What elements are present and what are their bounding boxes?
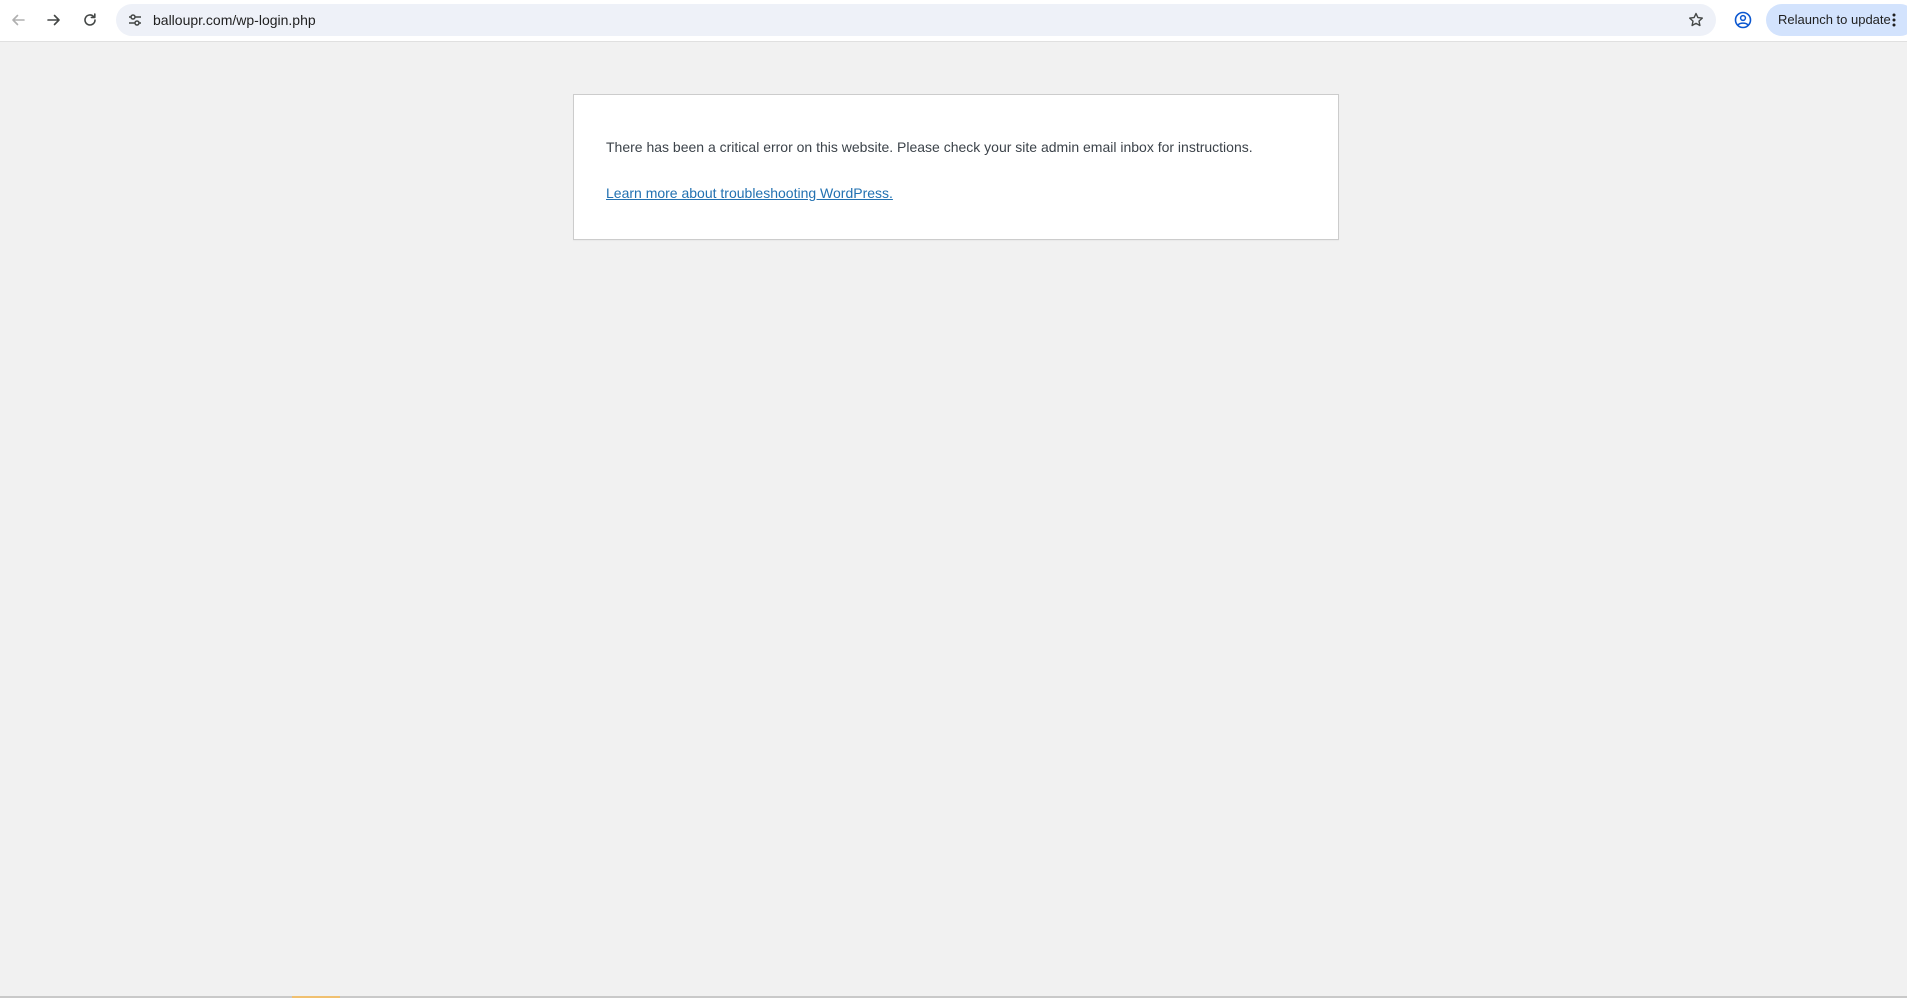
tune-icon xyxy=(129,14,141,26)
back-button[interactable] xyxy=(2,4,34,36)
address-bar[interactable]: balloupr.com/wp-login.php xyxy=(116,4,1716,36)
arrow-left-icon xyxy=(12,14,25,26)
browser-toolbar: balloupr.com/wp-login.php Relaunch to up… xyxy=(0,0,1907,42)
more-vert-icon[interactable] xyxy=(1889,12,1899,28)
reload-button[interactable] xyxy=(74,4,106,36)
troubleshooting-link[interactable]: Learn more about troubleshooting WordPre… xyxy=(606,183,893,203)
relaunch-button[interactable]: Relaunch to update xyxy=(1766,4,1907,36)
account-circle-icon xyxy=(1734,11,1752,29)
reload-icon xyxy=(84,13,96,26)
error-message-box: There has been a critical error on this … xyxy=(573,94,1339,240)
arrow-right-icon xyxy=(47,14,60,26)
error-message: There has been a critical error on this … xyxy=(606,139,1253,155)
star-icon xyxy=(1689,12,1703,27)
bookmark-button[interactable] xyxy=(1684,8,1708,32)
profile-button[interactable] xyxy=(1729,6,1757,34)
forward-button[interactable] xyxy=(38,4,70,36)
url-text[interactable]: balloupr.com/wp-login.php xyxy=(153,4,316,36)
site-info-button[interactable] xyxy=(123,8,147,32)
relaunch-label: Relaunch to update xyxy=(1778,12,1891,27)
